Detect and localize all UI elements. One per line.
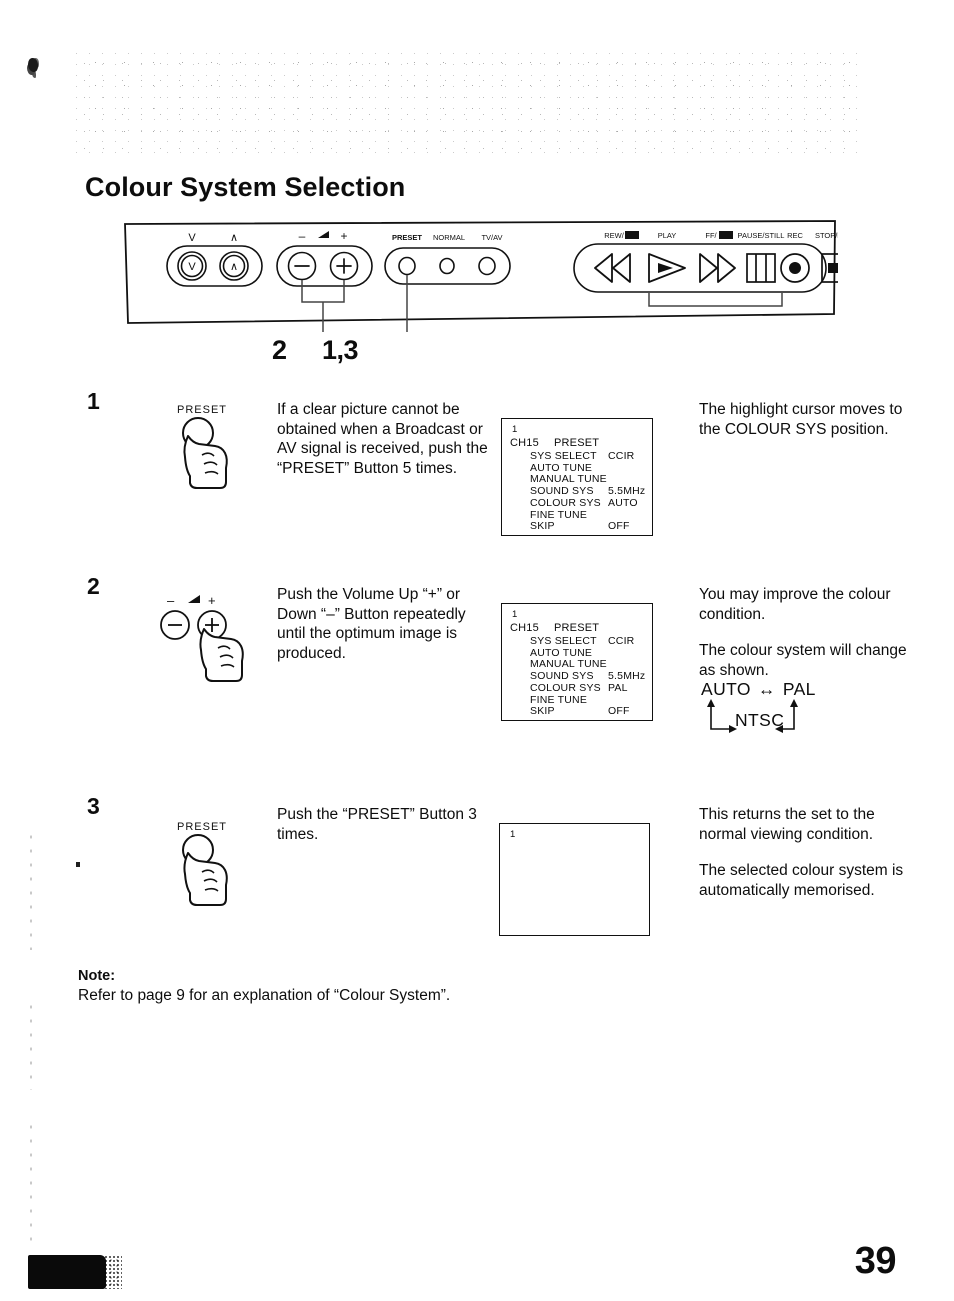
osd-row-value: PAL (608, 681, 628, 694)
cycle-value-ntsc: NTSC (735, 710, 785, 730)
osd-row-label: SYS SELECT (530, 450, 597, 462)
step-instruction: Push the “PRESET” Button 3 times. (277, 806, 477, 843)
margin-noise (28, 830, 34, 950)
step-result-line: The selected colour system is automatica… (699, 862, 904, 899)
svg-text:PRESET: PRESET (177, 404, 227, 416)
svg-text:PRESET: PRESET (392, 233, 422, 242)
control-panel-diagram: V ∧ V ∧ – + PRESET NORMAL TV/AV REW/ PLA… (122, 218, 838, 333)
svg-text:TV/AV: TV/AV (481, 233, 502, 242)
svg-text:REC: REC (787, 231, 803, 240)
osd-row-label: SYS SELECT (530, 635, 597, 647)
osd-row: SKIP OFF (530, 521, 646, 533)
scan-speck (76, 862, 80, 867)
osd-mode: PRESET (554, 437, 600, 449)
svg-text:V: V (188, 232, 196, 244)
osd-row-label: SKIP (530, 520, 555, 533)
osd-row-value: CCIR (608, 450, 635, 462)
preset-button-press-illustration: PRESET (150, 805, 260, 910)
osd-screen-3: 1 (499, 823, 650, 936)
svg-text:PAUSE/STILL: PAUSE/STILL (738, 231, 785, 240)
osd-mode: PRESET (554, 622, 600, 634)
svg-text:STOP/EJECT: STOP/EJECT (815, 231, 838, 240)
step-number: 2 (87, 573, 100, 599)
osd-row-value: OFF (608, 520, 630, 533)
svg-text:V: V (188, 261, 196, 273)
svg-text:FF/: FF/ (705, 231, 717, 240)
step-result-line: The highlight cursor moves to the COLOUR… (699, 401, 903, 438)
callout-preset: 1,3 (322, 335, 359, 365)
margin-noise (28, 1000, 34, 1090)
osd-corner-number: 1 (512, 424, 518, 435)
callout-volume: 2 (272, 335, 287, 365)
step-result: You may improve the colour condition. Th… (699, 585, 914, 680)
colour-system-cycle-diagram: AUTO ↔ PAL NTSC (699, 679, 909, 741)
step-instruction: Push the Volume Up “+” or Down “–” Butto… (277, 586, 466, 662)
osd-corner-number: 1 (512, 609, 518, 620)
manual-page: Colour System Selection V ∧ V ∧ – + PRES… (0, 0, 954, 1301)
svg-text:+: + (208, 593, 216, 608)
osd-row: SYS SELECT CCIR (530, 635, 646, 648)
osd-screen-1: 1 CH15 PRESET SYS SELECT CCIR AUTO TUNE MA… (501, 418, 653, 536)
svg-text:NORMAL: NORMAL (433, 233, 465, 242)
osd-row-label: SKIP (530, 705, 555, 718)
osd-row: COLOUR SYS AUTO (530, 496, 646, 510)
osd-row-value: AUTO (608, 496, 638, 509)
note-text: Refer to page 9 for an explanation of “C… (78, 987, 451, 1004)
step-instruction: If a clear picture cannot be obtained wh… (277, 401, 488, 477)
osd-row-value: CCIR (608, 635, 635, 647)
step-result-line: The colour system will change as shown. (699, 642, 907, 679)
note-block: Note: Refer to page 9 for an explanation… (78, 968, 598, 1005)
svg-text:–: – (167, 593, 175, 608)
osd-row: SKIP OFF (530, 706, 646, 718)
osd-header: CH15 PRESET (510, 437, 599, 449)
svg-text:PRESET: PRESET (177, 821, 227, 833)
step-result: The highlight cursor moves to the COLOUR… (699, 400, 914, 439)
volume-button-press-illustration: – + (150, 585, 260, 690)
osd-row-list: SYS SELECT CCIR AUTO TUNE MANUAL TUNE SOU… (530, 450, 646, 533)
svg-text:REW/: REW/ (604, 231, 624, 240)
osd-row-label: COLOUR SYS (530, 496, 601, 509)
osd-row: SYS SELECT CCIR (530, 450, 646, 463)
step-result-line: This returns the set to the normal viewi… (699, 806, 875, 843)
scan-blot (28, 58, 38, 72)
margin-noise (28, 1120, 34, 1250)
osd-channel: CH15 (510, 622, 539, 634)
svg-text:∧: ∧ (230, 261, 238, 273)
osd-channel: CH15 (510, 437, 539, 449)
step-result: This returns the set to the normal viewi… (699, 805, 914, 900)
osd-row-label: COLOUR SYS (530, 681, 601, 694)
step-result-line: You may improve the colour condition. (699, 586, 891, 623)
osd-corner-number: 1 (510, 829, 516, 840)
step-number: 3 (87, 793, 100, 819)
svg-text:–: – (299, 229, 306, 243)
scan-noise-band (70, 48, 860, 153)
svg-text:+: + (340, 229, 347, 243)
note-label: Note: (78, 968, 116, 984)
scan-smudge (28, 1255, 122, 1289)
cycle-arrows (707, 699, 798, 733)
page-number: 39 (854, 1240, 897, 1282)
preset-button-press-illustration: PRESET (150, 400, 260, 505)
osd-row-list: SYS SELECT CCIR AUTO TUNE MANUAL TUNE SOU… (530, 635, 646, 718)
svg-text:PLAY: PLAY (658, 231, 677, 240)
step-number: 1 (87, 388, 100, 414)
osd-header: CH15 PRESET (510, 622, 599, 634)
osd-row: COLOUR SYS PAL (530, 681, 646, 695)
osd-screen-2: 1 CH15 PRESET SYS SELECT CCIR AUTO TUNE MA… (501, 603, 653, 721)
osd-row-value: OFF (608, 705, 630, 718)
svg-text:∧: ∧ (230, 232, 238, 244)
page-title: Colour System Selection (85, 172, 406, 202)
